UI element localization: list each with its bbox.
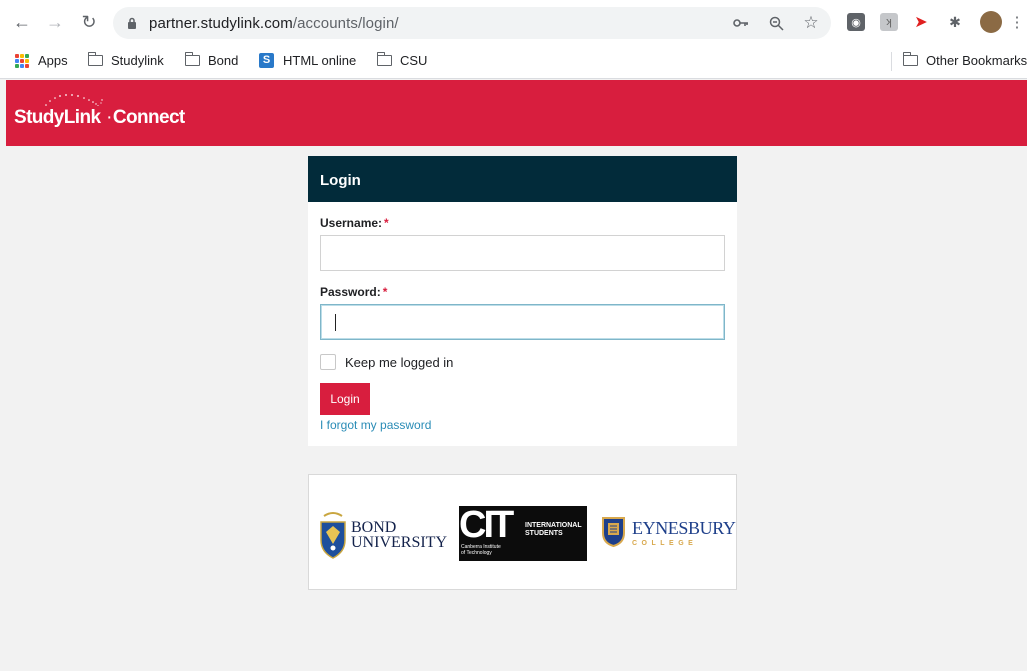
bond-university-logo[interactable]: BOND UNIVERSITY (318, 508, 448, 560)
cit-international: INTERNATIONAL STUDENTS (525, 522, 582, 538)
bond-crest-icon (320, 512, 346, 559)
extension-icon[interactable]: ◉ (847, 13, 865, 31)
password-label: Password: * (320, 285, 387, 299)
url-text[interactable]: partner.studylink.com/accounts/login/ (149, 15, 399, 32)
keep-logged-in-checkbox[interactable] (320, 354, 336, 370)
forward-arrow-icon[interactable]: → (44, 11, 66, 33)
partner-logos-panel: BOND UNIVERSITY CIT INTERNATIONAL STUDEN… (308, 474, 737, 590)
bookmark-label: Studylink (111, 53, 164, 68)
cit-letters: CIT (459, 504, 514, 546)
required-mark: * (384, 216, 389, 230)
bookmark-studylink[interactable]: Studylink (87, 52, 164, 68)
login-panel: Login Username: * Password: * Keep me logg… (308, 156, 737, 446)
bond-wordmark: BOND UNIVERSITY (351, 519, 447, 551)
password-field[interactable] (320, 304, 725, 340)
login-button[interactable]: Login (320, 383, 370, 415)
bookmark-other[interactable]: Other Bookmarks (902, 52, 1027, 68)
studylink-connect-logo[interactable]: StudyLink ·Connect (14, 107, 185, 129)
eynesbury-crest-icon (602, 517, 625, 547)
folder-icon (184, 52, 200, 66)
zoom-icon[interactable] (767, 14, 785, 32)
password-label-text: Password: (320, 285, 381, 299)
extension-icon[interactable]: ➤ (912, 13, 930, 31)
bookmark-label: CSU (400, 53, 428, 68)
folder-icon (376, 52, 392, 66)
forgot-password-link[interactable]: I forgot my password (320, 418, 431, 432)
apps-grid-icon (15, 53, 29, 68)
bookmark-apps[interactable]: Apps (15, 53, 68, 68)
login-title: Login (308, 156, 737, 202)
cit-logo[interactable]: CIT INTERNATIONAL STUDENTS Canberra Inst… (459, 506, 587, 561)
url-path: /accounts/login/ (292, 15, 399, 32)
cit-name-line2: of Technology (461, 550, 492, 556)
bookmarks-bar: Apps Studylink Bond S HTML online CSU Ot… (0, 44, 1027, 79)
url-host: partner.studylink.com (149, 15, 293, 32)
logo-studylink: StudyLink (14, 107, 101, 128)
bond-line2: UNIVERSITY (351, 534, 447, 551)
star-icon[interactable]: ☆ (802, 13, 820, 32)
cit-fullname: Canberra Institute of Technology (461, 544, 501, 556)
eynesbury-sub: COLLEGE (632, 540, 698, 547)
browser-toolbar: ← → ↻ partner.studylink.com/accounts/log… (0, 0, 1027, 44)
back-arrow-icon[interactable]: ← (11, 11, 33, 33)
extension-icon[interactable]: ʞ (880, 13, 898, 31)
eynesbury-title: EYNESBURY (632, 518, 736, 538)
css-file-icon: S (259, 53, 274, 68)
bookmark-html-online[interactable]: S HTML online (259, 53, 356, 68)
folder-icon (87, 52, 103, 66)
bookmark-label: Bond (208, 53, 239, 68)
avatar[interactable] (980, 11, 1002, 33)
bookmarks-divider (891, 52, 892, 71)
reload-icon[interactable]: ↻ (78, 11, 100, 33)
folder-icon (902, 52, 918, 66)
keep-logged-in-label[interactable]: Keep me logged in (345, 355, 453, 370)
lock-icon[interactable] (123, 14, 141, 32)
logo-connect: Connect (112, 107, 185, 128)
bookmark-label: HTML online (283, 53, 357, 68)
bookmark-csu[interactable]: CSU (376, 52, 428, 68)
bookmark-label: Apps (38, 53, 68, 68)
bookmark-bond[interactable]: Bond (184, 52, 239, 68)
eynesbury-college-logo[interactable]: EYNESBURY COLLEGE (601, 508, 736, 558)
username-field[interactable] (320, 235, 725, 271)
required-mark: * (382, 285, 388, 299)
cit-intl-line1: INTERNATIONAL (525, 522, 582, 529)
logo-arc-icon (45, 94, 103, 106)
username-label: Username: * (320, 216, 389, 230)
cit-intl-line2: STUDENTS (525, 530, 563, 537)
puzzle-icon[interactable]: ✱ (946, 13, 964, 31)
text-caret (335, 314, 336, 331)
menu-kebab-icon[interactable]: ⋮ (1010, 13, 1025, 31)
bookmark-label: Other Bookmarks (926, 53, 1027, 68)
bond-line1: BOND (351, 519, 397, 536)
address-bar[interactable]: partner.studylink.com/accounts/login/ ☆ (113, 7, 831, 39)
site-header: StudyLink ·Connect (6, 80, 1027, 146)
username-label-text: Username: (320, 216, 383, 230)
key-icon[interactable] (732, 14, 750, 32)
